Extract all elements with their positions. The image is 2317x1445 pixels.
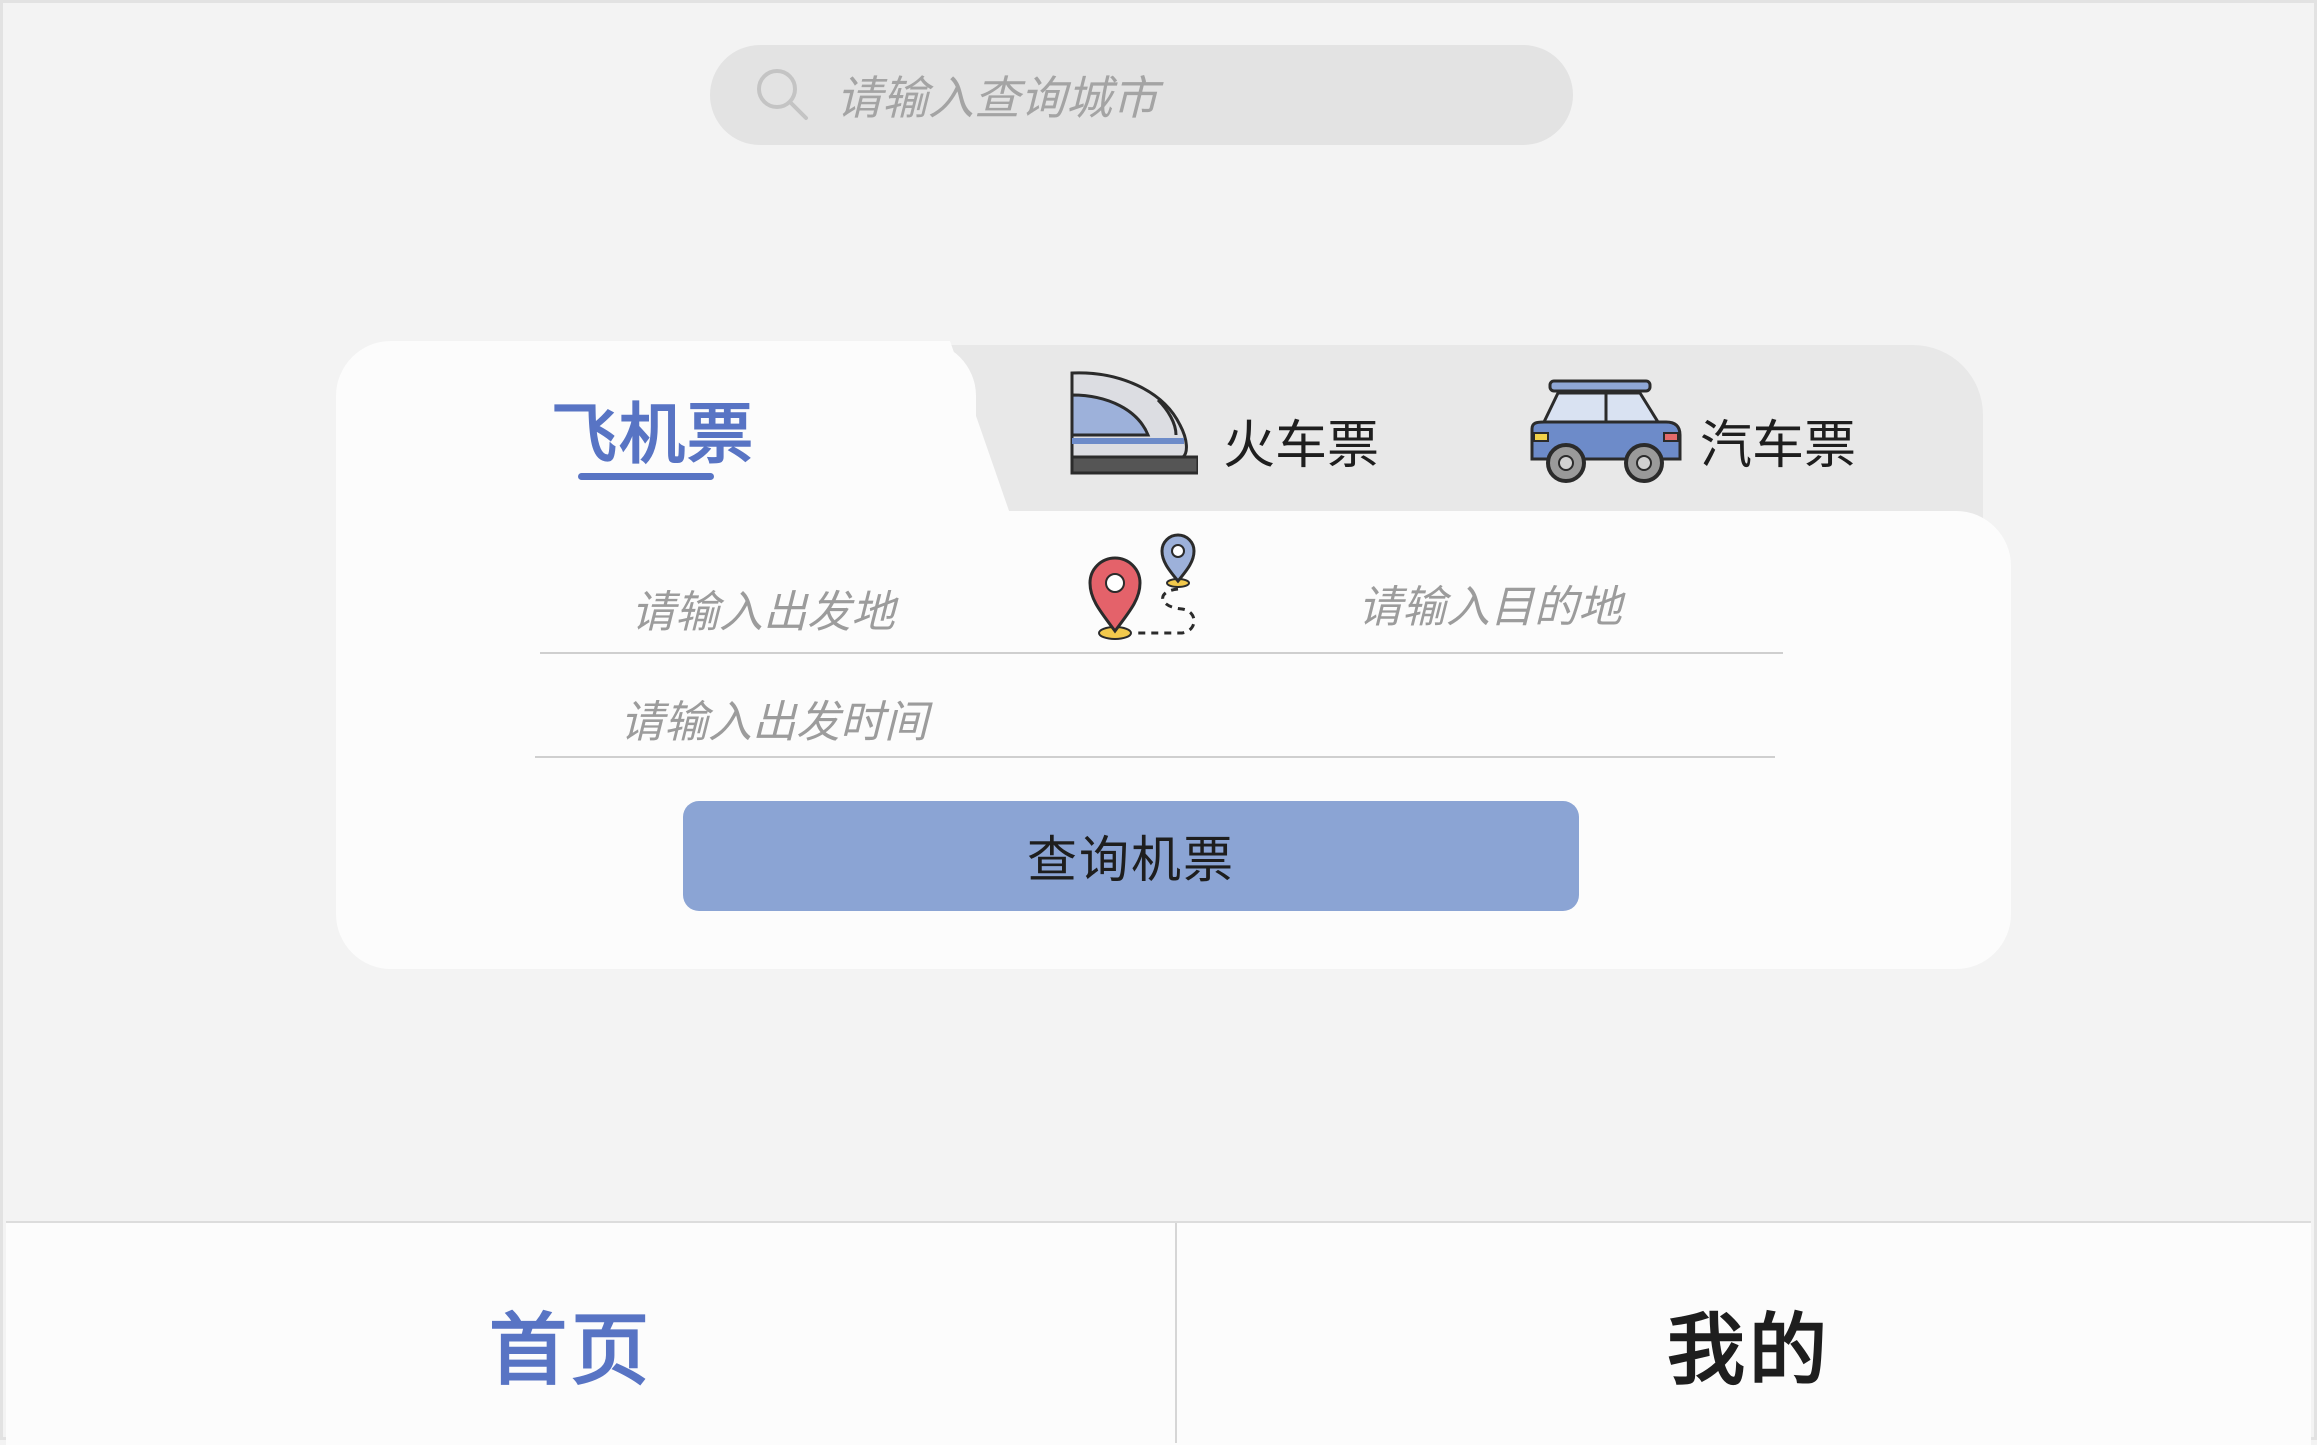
- tab-train-tickets[interactable]: 火车票: [1223, 403, 1379, 478]
- city-search-input[interactable]: 请输入查询城市: [836, 62, 1158, 128]
- divider: [540, 652, 1783, 654]
- city-search-bar[interactable]: 请输入查询城市: [710, 45, 1573, 145]
- car-icon[interactable]: [1528, 377, 1683, 487]
- route-pins-icon[interactable]: [1086, 531, 1201, 643]
- bottom-nav: [6, 1221, 2311, 1445]
- departure-date-input[interactable]: 请输入出发时间: [620, 686, 928, 750]
- tab-flight-tickets[interactable]: 飞机票: [551, 381, 755, 477]
- search-flights-button[interactable]: 查询机票: [683, 801, 1579, 911]
- divider: [535, 756, 1775, 758]
- train-icon[interactable]: [1068, 365, 1198, 477]
- nav-divider: [1175, 1223, 1177, 1443]
- active-tab-indicator: [578, 473, 714, 480]
- tab-bus-tickets[interactable]: 汽车票: [1700, 403, 1856, 478]
- departure-input[interactable]: 请输入出发地: [631, 576, 895, 640]
- search-icon: [757, 69, 808, 120]
- nav-item-home[interactable]: 首页: [489, 1288, 653, 1400]
- nav-item-mine[interactable]: 我的: [1667, 1288, 1831, 1400]
- destination-input[interactable]: 请输入目的地: [1358, 571, 1622, 635]
